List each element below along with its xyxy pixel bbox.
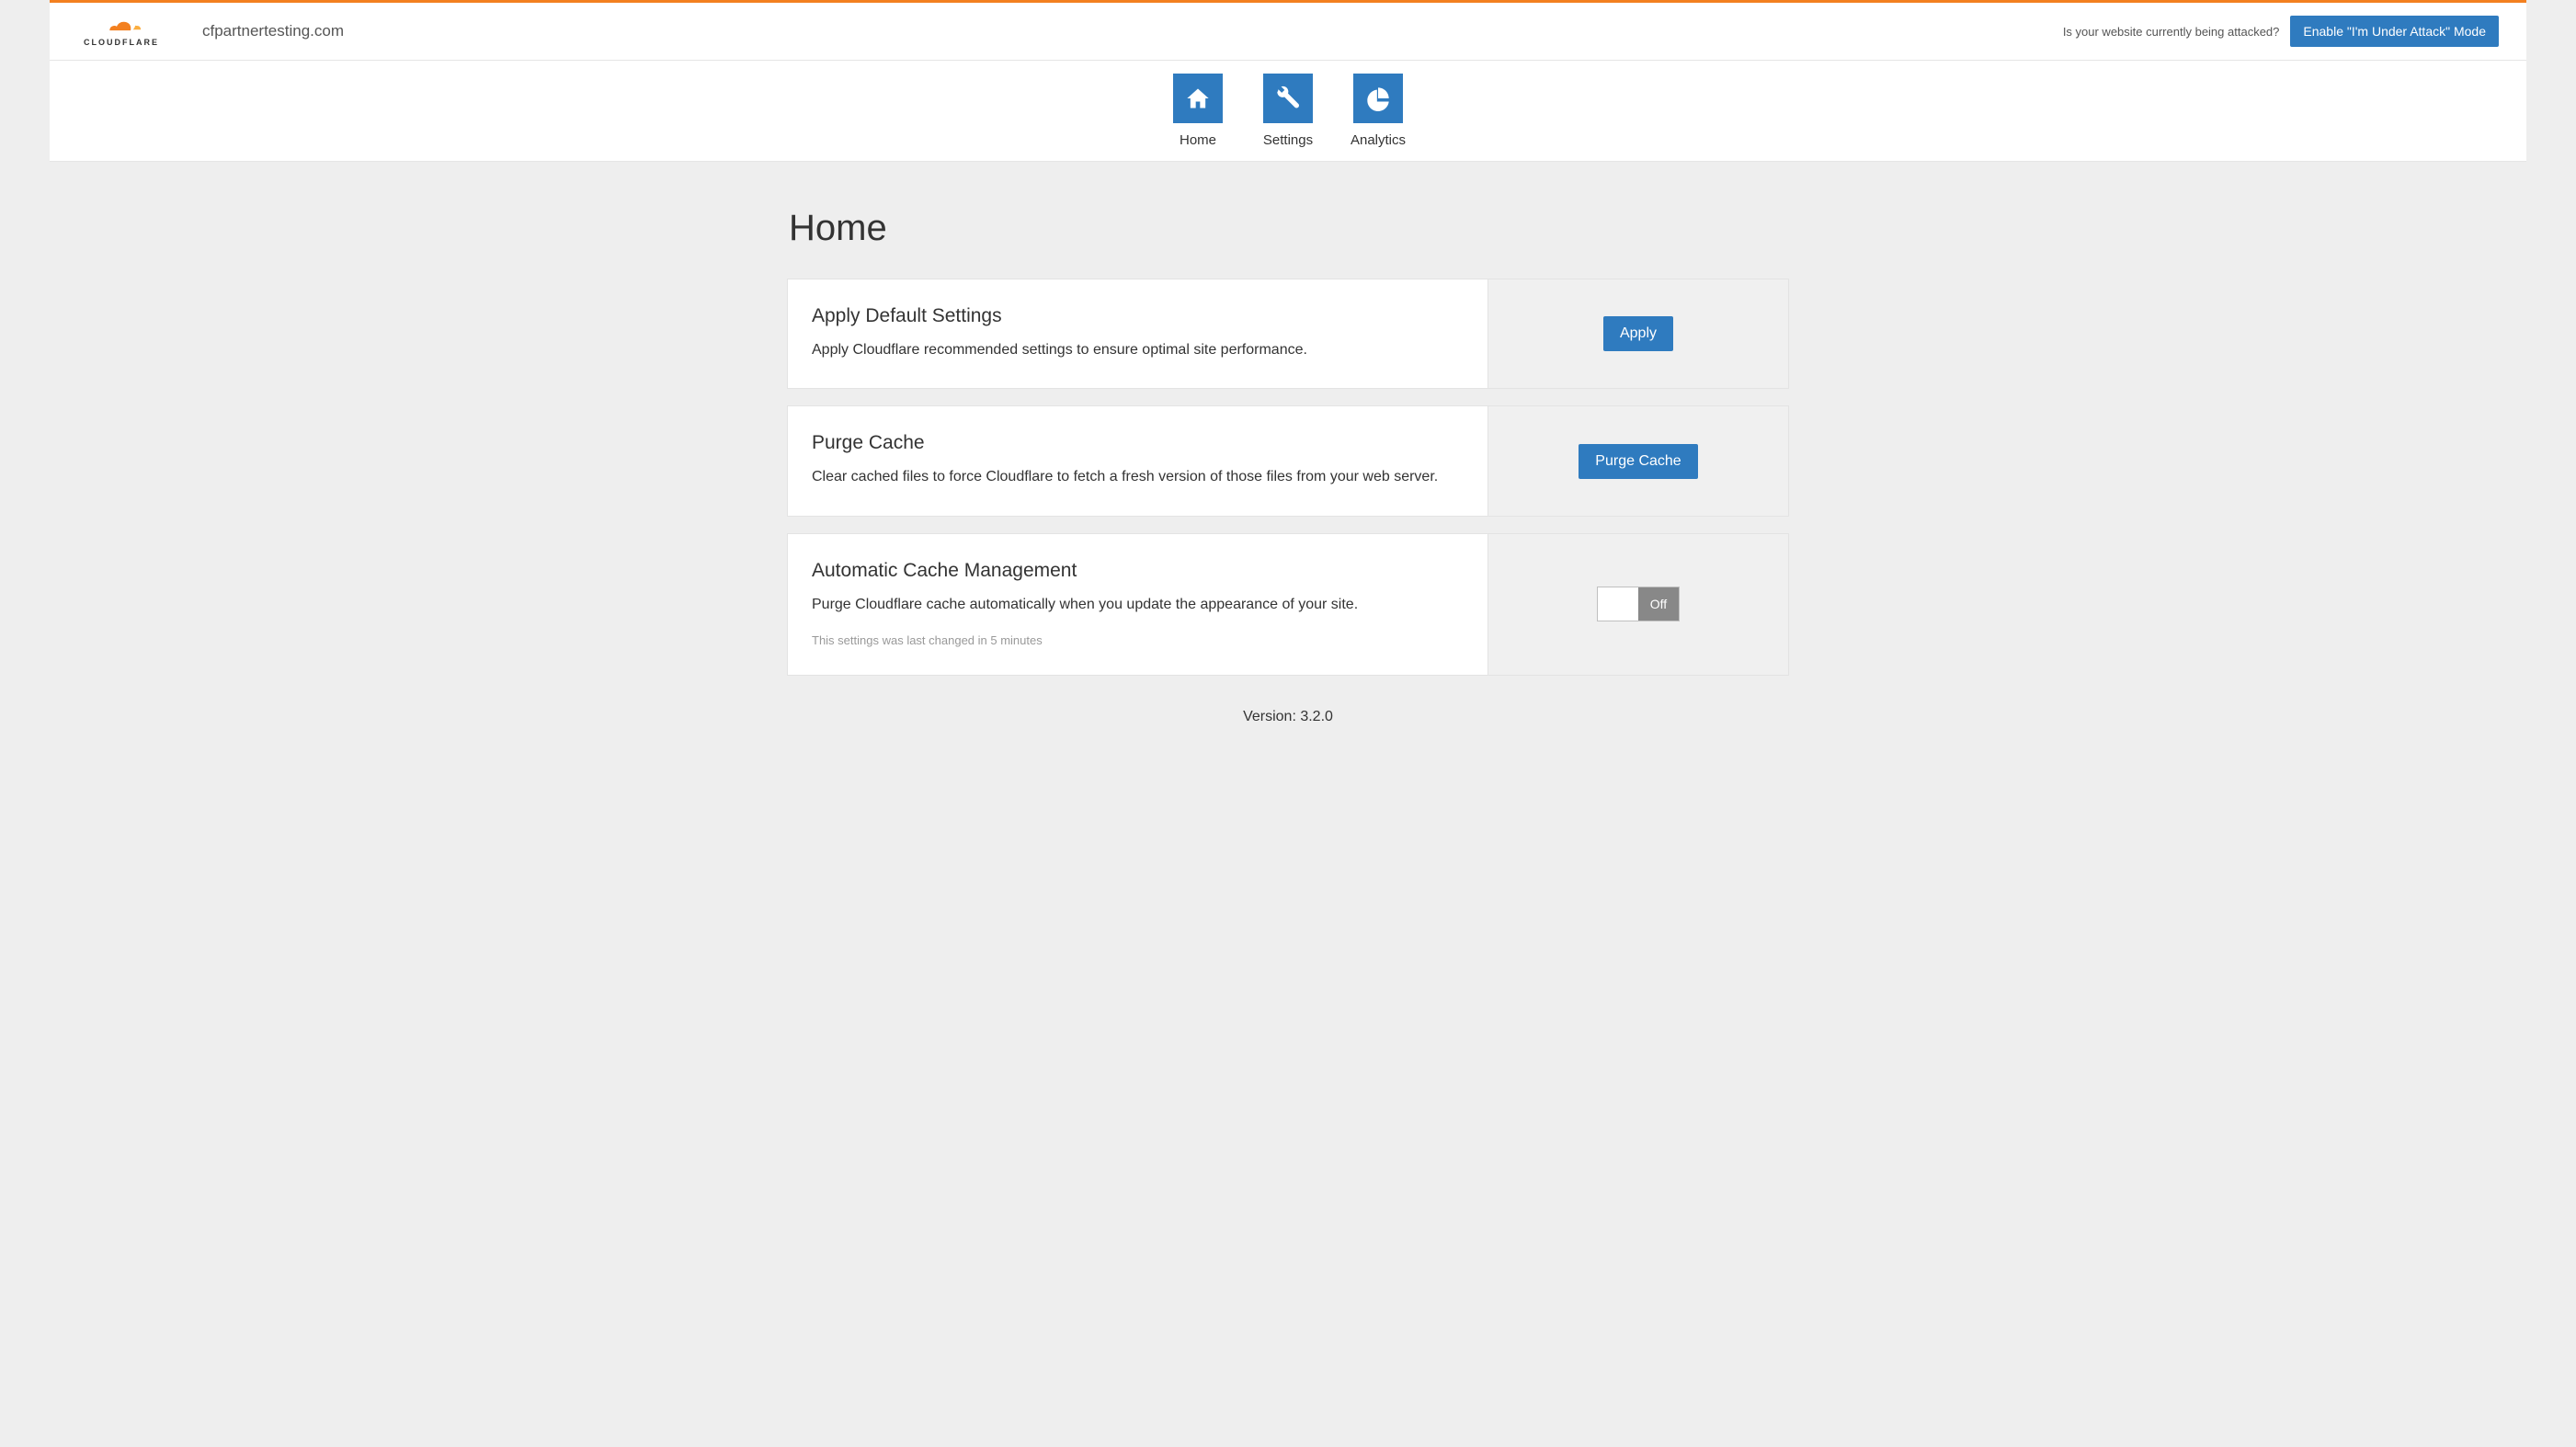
- logo-text: CLOUDFLARE: [84, 38, 159, 47]
- home-icon: [1173, 74, 1223, 123]
- card-auto-cache: Automatic Cache Management Purge Cloudfl…: [787, 533, 1789, 676]
- auto-cache-toggle[interactable]: Off: [1597, 587, 1680, 621]
- nav-settings-label: Settings: [1263, 132, 1313, 148]
- nav-home[interactable]: Home: [1166, 74, 1230, 148]
- purge-cache-desc: Clear cached files to force Cloudflare t…: [812, 467, 1464, 487]
- nav-home-label: Home: [1180, 132, 1216, 148]
- nav-bar: Home Settings Analytics: [50, 61, 2526, 162]
- auto-cache-desc: Purge Cloudflare cache automatically whe…: [812, 595, 1464, 615]
- apply-button[interactable]: Apply: [1603, 316, 1673, 351]
- card-purge-cache: Purge Cache Clear cached files to force …: [787, 405, 1789, 516]
- toggle-label: Off: [1638, 587, 1679, 621]
- apply-defaults-title: Apply Default Settings: [812, 305, 1464, 327]
- main-content: Home Apply Default Settings Apply Cloudf…: [787, 162, 1789, 760]
- toggle-handle: [1598, 587, 1638, 621]
- purge-cache-title: Purge Cache: [812, 432, 1464, 454]
- auto-cache-meta: This settings was last changed in 5 minu…: [812, 633, 1464, 647]
- purge-cache-button[interactable]: Purge Cache: [1579, 444, 1697, 479]
- nav-settings[interactable]: Settings: [1256, 74, 1320, 148]
- auto-cache-title: Automatic Cache Management: [812, 560, 1464, 582]
- page-title: Home: [789, 208, 1789, 249]
- pie-chart-icon: [1353, 74, 1403, 123]
- wrench-icon: [1263, 74, 1313, 123]
- nav-analytics-label: Analytics: [1351, 132, 1406, 148]
- cloudflare-logo: CLOUDFLARE: [77, 16, 165, 47]
- attack-question-text: Is your website currently being attacked…: [2063, 25, 2280, 39]
- domain-name: cfpartnertesting.com: [202, 22, 344, 40]
- version-text: Version: 3.2.0: [787, 692, 1789, 733]
- under-attack-button[interactable]: Enable "I'm Under Attack" Mode: [2290, 16, 2499, 47]
- card-apply-defaults: Apply Default Settings Apply Cloudflare …: [787, 279, 1789, 389]
- header-bar: CLOUDFLARE cfpartnertesting.com Is your …: [50, 0, 2526, 61]
- nav-analytics[interactable]: Analytics: [1346, 74, 1410, 148]
- cloud-icon: [92, 16, 151, 36]
- apply-defaults-desc: Apply Cloudflare recommended settings to…: [812, 340, 1464, 360]
